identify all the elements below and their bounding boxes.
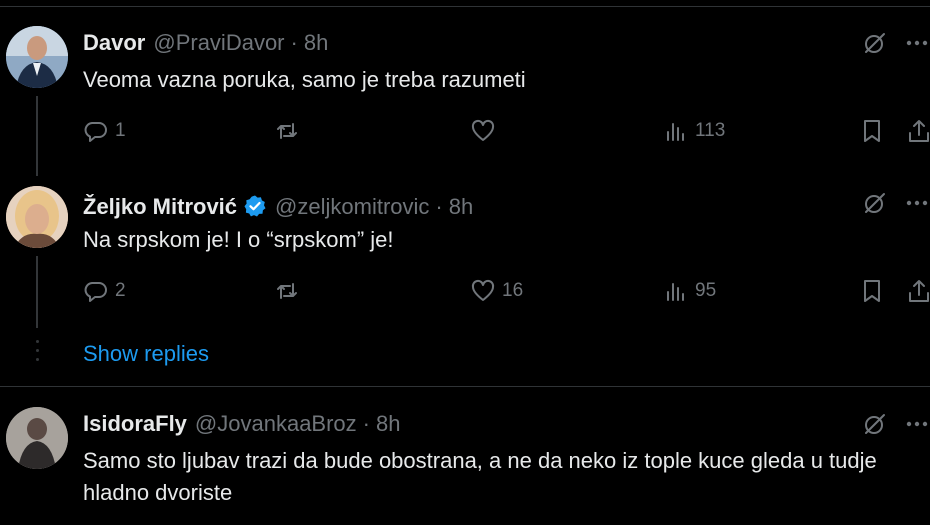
reply-icon	[84, 282, 107, 302]
more-icon[interactable]	[904, 411, 930, 437]
tweet-top-actions	[862, 190, 930, 216]
views-count: 95	[695, 280, 717, 301]
timestamp[interactable]: 8h	[449, 194, 473, 220]
heart-icon	[471, 279, 495, 301]
tweet-top-actions	[862, 30, 930, 56]
share-icon	[909, 280, 929, 302]
author-handle[interactable]: @PraviDavor	[153, 30, 284, 56]
tweet-header: Davor @PraviDavor · 8h	[83, 30, 328, 56]
bookmark-icon	[864, 280, 880, 302]
tweet-text: Na srpskom je! I o “srpskom” je!	[83, 227, 394, 252]
tweet-text: Veoma vazna poruka, samo je treba razume…	[83, 67, 526, 92]
show-replies-link[interactable]: Show replies	[83, 341, 209, 367]
timeline: Davor @PraviDavor · 8h Veoma vazna poruk…	[0, 0, 930, 525]
separator-dot: ·	[290, 30, 298, 55]
retweet-icon	[277, 283, 297, 299]
avatar[interactable]	[6, 26, 68, 88]
views-icon	[667, 283, 684, 301]
reply-icon	[84, 122, 107, 142]
tweet-header: IsidoraFly @JovankaaBroz · 8h	[83, 411, 400, 437]
bookmark-icon	[864, 120, 880, 142]
grok-icon[interactable]	[862, 190, 888, 216]
tweet-text: Samo sto ljubav trazi da bude obostrana,…	[83, 448, 877, 505]
author-name[interactable]: IsidoraFly	[83, 411, 187, 437]
tweet-header: Željko Mitrović @zeljkomitrovic · 8h	[83, 190, 473, 220]
grok-icon[interactable]	[862, 411, 888, 437]
thread-continuation-dots	[35, 340, 39, 370]
views-icon	[667, 123, 684, 141]
tweet-actions: 2 16 95	[83, 278, 930, 308]
retweet-button[interactable]	[274, 118, 306, 144]
like-count: 16	[502, 280, 524, 301]
share-button[interactable]	[906, 278, 930, 304]
timestamp[interactable]: 8h	[376, 411, 400, 437]
bookmark-button[interactable]	[859, 278, 885, 304]
more-icon[interactable]	[904, 190, 930, 216]
grok-icon[interactable]	[862, 30, 888, 56]
retweet-button[interactable]	[274, 278, 306, 304]
retweet-icon	[277, 123, 297, 139]
separator-dot: ·	[362, 411, 370, 436]
author-name[interactable]: Željko Mitrović	[83, 194, 237, 220]
share-icon	[909, 120, 929, 142]
tweet[interactable]: IsidoraFly @JovankaaBroz · 8h Samo sto l…	[0, 387, 930, 525]
reply-count: 2	[115, 280, 126, 301]
separator-dot: ·	[435, 194, 443, 219]
timestamp[interactable]: 8h	[304, 30, 328, 56]
avatar[interactable]	[6, 186, 68, 248]
tweet-actions: 1 113	[83, 118, 930, 148]
views-button[interactable]: 113	[663, 118, 725, 144]
like-button[interactable]	[470, 118, 502, 144]
tweet[interactable]: Davor @PraviDavor · 8h Veoma vazna poruk…	[0, 0, 930, 170]
author-name[interactable]: Davor	[83, 30, 145, 56]
author-handle[interactable]: @zeljkomitrovic	[275, 194, 429, 220]
author-handle[interactable]: @JovankaaBroz	[195, 411, 357, 437]
bookmark-button[interactable]	[859, 118, 885, 144]
avatar[interactable]	[6, 407, 68, 469]
reply-button[interactable]: 2	[83, 278, 126, 304]
more-icon[interactable]	[904, 30, 930, 56]
share-button[interactable]	[906, 118, 930, 144]
reply-button[interactable]: 1	[83, 118, 126, 144]
reply-count: 1	[115, 120, 126, 141]
tweet-top-actions	[862, 411, 930, 437]
views-count: 113	[695, 120, 726, 141]
verified-badge-icon	[244, 195, 266, 217]
like-button[interactable]: 16	[470, 278, 523, 304]
views-button[interactable]: 95	[663, 278, 716, 304]
heart-icon	[471, 119, 495, 141]
